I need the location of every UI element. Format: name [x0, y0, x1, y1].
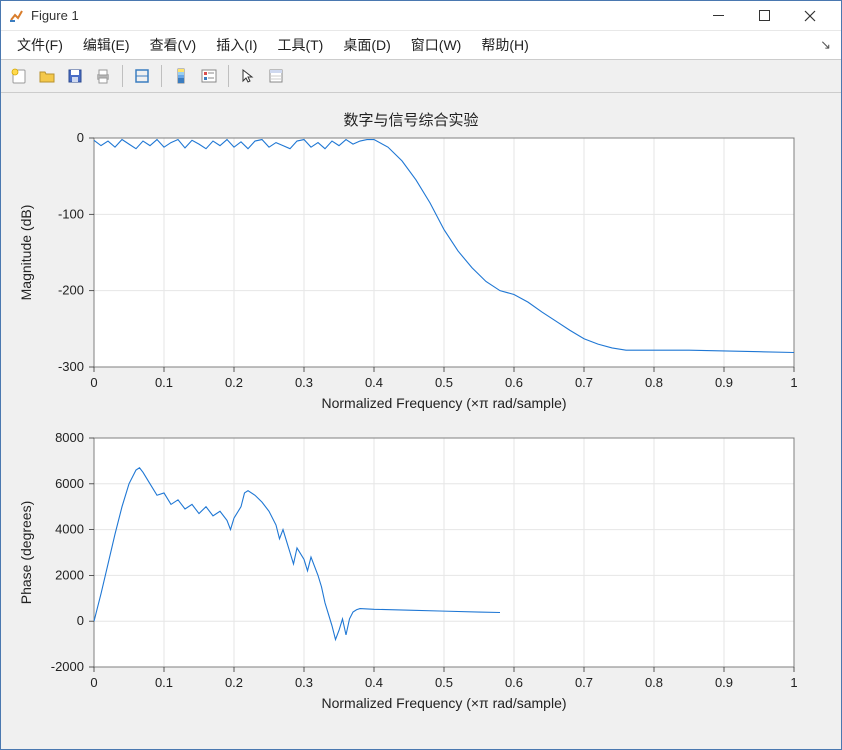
svg-text:0.1: 0.1	[155, 375, 173, 390]
save-icon[interactable]	[63, 64, 87, 88]
svg-text:-200: -200	[58, 283, 84, 298]
title-bar: Figure 1	[1, 1, 841, 31]
figure-canvas[interactable]: 数字与信号综合实验 0 0.1 0.2 0.3 0.4 0.5 0.6 0.7 0.8 0.9 1 -…	[1, 93, 841, 749]
property-inspector-icon[interactable]	[264, 64, 288, 88]
print-icon[interactable]	[91, 64, 115, 88]
menu-edit[interactable]: 编辑(E)	[73, 32, 140, 58]
svg-text:Normalized Frequency (×π rad/: Normalized Frequency (×π rad/sample)	[321, 395, 566, 411]
svg-text:0.4: 0.4	[365, 675, 383, 690]
toolbar-separator	[161, 65, 162, 87]
svg-text:0.2: 0.2	[225, 675, 243, 690]
menu-bar: 文件(F) 编辑(E) 查看(V) 插入(I) 工具(T) 桌面(D) 窗口(W…	[1, 31, 841, 59]
svg-text:0.6: 0.6	[505, 375, 523, 390]
svg-text:0.6: 0.6	[505, 675, 523, 690]
svg-text:0: 0	[90, 675, 97, 690]
menu-window[interactable]: 窗口(W)	[401, 32, 472, 58]
svg-text:0.1: 0.1	[155, 675, 173, 690]
svg-text:Phase (degrees): Phase (degrees)	[18, 501, 34, 605]
menu-help[interactable]: 帮助(H)	[471, 32, 538, 58]
svg-text:0: 0	[77, 613, 84, 628]
svg-text:0.5: 0.5	[435, 375, 453, 390]
svg-text:0.7: 0.7	[575, 375, 593, 390]
svg-text:-300: -300	[58, 359, 84, 374]
svg-text:1: 1	[790, 675, 797, 690]
svg-text:0.3: 0.3	[295, 375, 313, 390]
toolbar-separator	[122, 65, 123, 87]
plot-title: 数字与信号综合实验	[9, 109, 813, 130]
svg-text:0.8: 0.8	[645, 675, 663, 690]
menu-view[interactable]: 查看(V)	[140, 32, 207, 58]
new-figure-icon[interactable]	[7, 64, 31, 88]
window-title: Figure 1	[31, 8, 695, 23]
link-axes-icon[interactable]	[130, 64, 154, 88]
svg-text:0.3: 0.3	[295, 675, 313, 690]
minimize-button[interactable]	[695, 2, 741, 30]
menu-insert[interactable]: 插入(I)	[206, 32, 267, 58]
window-controls	[695, 2, 833, 30]
svg-text:0.7: 0.7	[575, 675, 593, 690]
svg-text:4000: 4000	[55, 522, 84, 537]
svg-text:1: 1	[790, 375, 797, 390]
svg-text:Normalized Frequency (×π rad/: Normalized Frequency (×π rad/sample)	[321, 695, 566, 711]
maximize-button[interactable]	[741, 2, 787, 30]
svg-text:2000: 2000	[55, 567, 84, 582]
figure-toolbar	[1, 59, 841, 93]
svg-text:-100: -100	[58, 206, 84, 221]
svg-text:0.2: 0.2	[225, 375, 243, 390]
svg-text:Magnitude (dB): Magnitude (dB)	[18, 205, 34, 301]
svg-text:8000: 8000	[55, 432, 84, 445]
insert-legend-icon[interactable]	[197, 64, 221, 88]
menu-file[interactable]: 文件(F)	[7, 32, 73, 58]
close-button[interactable]	[787, 2, 833, 30]
svg-text:0: 0	[90, 375, 97, 390]
menu-tools[interactable]: 工具(T)	[267, 32, 333, 58]
open-icon[interactable]	[35, 64, 59, 88]
svg-text:0.5: 0.5	[435, 675, 453, 690]
svg-text:-2000: -2000	[51, 659, 84, 674]
svg-text:6000: 6000	[55, 476, 84, 491]
svg-text:0.9: 0.9	[715, 375, 733, 390]
matlab-icon	[9, 8, 25, 24]
svg-text:0.9: 0.9	[715, 675, 733, 690]
phase-subplot: 0 0.1 0.2 0.3 0.4 0.5 0.6 0.7 0.8 0.9 1 -2000 0 2000 4…	[9, 432, 813, 722]
svg-text:0.8: 0.8	[645, 375, 663, 390]
svg-text:0.4: 0.4	[365, 375, 383, 390]
svg-text:0: 0	[77, 132, 84, 145]
magnitude-subplot: 0 0.1 0.2 0.3 0.4 0.5 0.6 0.7 0.8 0.9 1 -300 -200 -10…	[9, 132, 813, 422]
insert-colorbar-icon[interactable]	[169, 64, 193, 88]
toolbar-separator	[228, 65, 229, 87]
edit-plot-cursor-icon[interactable]	[236, 64, 260, 88]
menu-expand-icon[interactable]: ↘	[820, 37, 831, 53]
menu-desktop[interactable]: 桌面(D)	[333, 32, 400, 58]
